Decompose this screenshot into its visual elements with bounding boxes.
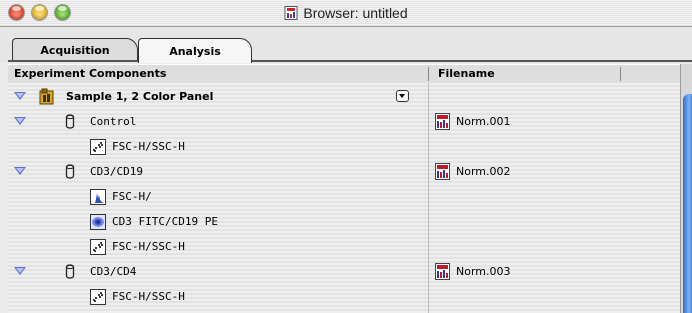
filename-label: Norm.003 [456,265,511,278]
contour-plot-icon [90,214,106,230]
vertical-scrollbar[interactable] [680,64,692,313]
window-title: Browser: untitled [303,5,408,21]
row-label: FSC-H/SSC-H [112,290,185,303]
scrollbar-thumb[interactable] [683,94,692,313]
table-row[interactable]: FSC-H/SSC-H [8,284,680,309]
title-bar[interactable]: Browser: untitled [0,0,692,27]
column-divider[interactable] [428,67,429,81]
disclosure-triangle-icon[interactable] [14,117,26,125]
fcs-file-icon [435,263,450,280]
dot-plot-icon [90,139,106,155]
disclosure-triangle-icon[interactable] [14,267,26,275]
column-header-filename[interactable]: Filename [438,65,495,83]
browser-window: Browser: untitled Acquisition Analysis E… [0,0,692,313]
row-label: CD3 FITC/CD19 PE [112,215,218,228]
column-header-experiment-components[interactable]: Experiment Components [14,65,166,83]
column-divider[interactable] [620,67,621,81]
disclosure-triangle-icon[interactable] [14,92,26,100]
table-row[interactable]: FSC-H/SSC-H [8,234,680,259]
dot-plot-icon [90,239,106,255]
row-label: FSC-H/SSC-H [112,140,185,153]
histogram-icon [90,189,106,205]
fcs-file-icon [435,163,450,180]
dot-plot-icon [90,289,106,305]
filename-label: Norm.001 [456,115,511,128]
table-row[interactable]: FSC-H/SSC-H [8,134,680,159]
tab-acquisition-label: Acquisition [40,43,110,57]
row-label: FSC-H/ [112,190,152,203]
row-label: FSC-H/SSC-H [112,240,185,253]
table-header: Experiment Components Filename [8,64,692,84]
table-row[interactable]: CD3/CD19 Norm.002 [8,159,680,184]
document-proxy-icon[interactable] [284,6,298,20]
tube-icon [65,114,75,129]
fcs-file-icon [435,113,450,130]
row-label: Control [90,115,137,128]
row-label: CD3/CD4 [90,265,137,278]
row-popup-menu[interactable] [396,90,409,102]
table-row[interactable]: Sample 1, 2 Color Panel [8,84,680,109]
row-label: CD3/CD19 [90,165,143,178]
tube-icon [65,264,75,279]
tab-analysis[interactable]: Analysis [138,38,252,63]
disclosure-triangle-icon[interactable] [14,167,26,175]
tab-divider [8,60,692,62]
filename-label: Norm.002 [456,165,511,178]
tube-icon [65,164,75,179]
tab-analysis-label: Analysis [169,44,221,58]
table-row[interactable]: CD3 FITC/CD19 PE [8,209,680,234]
tab-acquisition[interactable]: Acquisition [12,38,138,61]
table-row[interactable]: CD3/CD4 Norm.003 [8,259,680,284]
table-row[interactable]: FSC-H/ [8,184,680,209]
table-row[interactable]: Control Norm.001 [8,109,680,134]
experiment-table: Sample 1, 2 Color Panel Control Norm.001… [8,83,680,313]
experiment-folder-icon [39,88,54,105]
row-label: Sample 1, 2 Color Panel [66,90,214,103]
